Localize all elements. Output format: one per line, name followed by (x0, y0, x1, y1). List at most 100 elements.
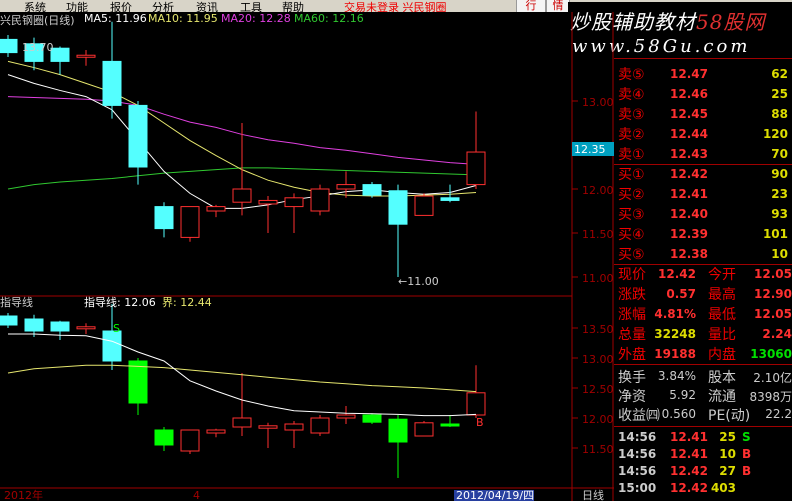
bottom-axis-year: 2012年 (4, 488, 43, 501)
menu-item-3[interactable]: 报价 (110, 0, 132, 12)
bid-price-4: 12.39 (670, 227, 708, 241)
stat-label-1b: 最高 (708, 287, 736, 303)
candle-body-0 (0, 38, 18, 54)
fund-label-2b: PE(动) (708, 408, 751, 424)
main-axis-label-4: 11.00 (582, 272, 614, 285)
quote-panel: 卖⑤ 12.47 62 卖④ 12.46 25 卖③ 12.45 88 卖② 12.44 120 卖① 1… (614, 12, 792, 501)
stat-value-0b: 12.05 (754, 267, 792, 281)
candle-body-17 (440, 197, 460, 201)
guide-line-legend: 指导线: 12.06 (84, 296, 156, 309)
sub-candle-body-17 (440, 423, 460, 427)
candle-body-8 (206, 206, 226, 212)
stat-value-4b: 13060 (750, 347, 792, 361)
stat-value-1b: 12.90 (754, 287, 792, 301)
sub-axis-label-2: 12.50 (582, 383, 614, 396)
candle-body-5 (128, 104, 148, 168)
sub-candle-body-12 (310, 417, 330, 434)
tick-time-1: 14:56 (618, 447, 657, 461)
ask-vol-3: 88 (771, 107, 788, 121)
tick-price-3: 12.42 (670, 481, 708, 495)
sub-candle-body-14 (362, 414, 382, 423)
tick-time-0: 14:56 (618, 430, 657, 444)
ma10-legend: MA10: 11.95 (148, 12, 218, 25)
ask-price-2: 12.44 (670, 127, 708, 141)
bid-vol-5: 10 (771, 247, 788, 261)
tick-time-3: 15:00 (618, 481, 657, 495)
menu-item-2[interactable]: 功能 (66, 0, 88, 12)
bid-label-5: 买⑤ (618, 247, 645, 263)
main-axis-label-3: 11.50 (582, 228, 614, 241)
menu-item-5[interactable]: 资讯 (196, 0, 218, 12)
bid-vol-3: 93 (771, 207, 788, 221)
ask-label-1: 卖① (618, 147, 645, 163)
sub-candle-body-8 (206, 429, 226, 434)
kline-chart[interactable]: 13.0013.5012.5013.0012.0012.5011.5012.00… (0, 12, 614, 501)
fund-value-1a: 5.92 (669, 388, 696, 402)
tick-dir-1: B (742, 447, 752, 461)
stat-value-2b: 12.05 (754, 307, 792, 321)
quote-divider-ticks (614, 426, 792, 427)
ma5-legend: MA5: 11.96 (84, 12, 147, 25)
deal-button[interactable]: 行 (516, 0, 546, 12)
candle-body-9 (232, 188, 252, 203)
candle-body-14 (362, 184, 382, 196)
fund-label-0a: 换手 (618, 370, 646, 386)
stat-label-2b: 最低 (708, 307, 736, 323)
menu-item-7[interactable]: 帮助 (282, 0, 304, 12)
stat-value-1a: 0.57 (666, 287, 696, 301)
sub-candle-body-2 (50, 321, 70, 332)
quote-divider-fund (614, 364, 792, 365)
candle-body-16 (414, 195, 434, 216)
bid-vol-2: 23 (771, 187, 788, 201)
ask-label-5: 卖⑤ (618, 67, 645, 83)
stat-value-3a: 32248 (654, 327, 696, 341)
ask-price-3: 12.45 (670, 107, 708, 121)
buy-signal-mark: B (476, 416, 484, 429)
sub-candle-body-10 (258, 425, 278, 429)
candle-body-18 (466, 151, 486, 186)
menu-item-1[interactable]: 系统 (24, 0, 46, 12)
sub-candle-body-5 (128, 360, 148, 404)
menu-item-4[interactable]: 分析 (152, 0, 174, 12)
bid-price-2: 12.41 (670, 187, 708, 201)
fund-value-0b: 2.10亿 (753, 371, 792, 385)
high-price-annotation: 13.70 (22, 41, 54, 54)
sub-chart-title: 指导线 (0, 296, 33, 309)
tick-vol-0: 25 (719, 430, 736, 444)
sub-candle-body-11 (284, 423, 304, 431)
login-status-alert: 交易未登录 兴民钢圈 (344, 1, 447, 12)
bid-label-4: 买④ (618, 227, 645, 243)
candle-body-11 (284, 197, 304, 208)
stat-label-0b: 今开 (708, 267, 736, 283)
ask-vol-1: 70 (771, 147, 788, 161)
stat-label-0a: 现价 (618, 267, 646, 283)
ask-price-1: 12.43 (670, 147, 708, 161)
tick-price-0: 12.41 (670, 430, 708, 444)
bid-price-1: 12.42 (670, 167, 708, 181)
bid-label-2: 买② (618, 187, 645, 203)
stat-label-4a: 外盘 (618, 347, 646, 363)
fund-value-0a: 3.84% (657, 369, 696, 383)
candle-body-2 (50, 47, 70, 62)
current-price-tag: 12.35 (574, 143, 606, 156)
bid-price-3: 12.40 (670, 207, 708, 221)
ask-vol-2: 120 (762, 127, 788, 141)
tick-dir-2: B (742, 464, 752, 478)
sub-candle-body-3 (76, 326, 96, 330)
tick-time-2: 14:56 (618, 464, 657, 478)
stat-label-3b: 量比 (708, 327, 736, 343)
tick-vol-1: 10 (719, 447, 736, 461)
sub-candle-body-1 (24, 318, 44, 332)
menu-item-6[interactable]: 工具 (240, 0, 262, 12)
sub-candle-body-9 (232, 417, 252, 428)
ask-vol-4: 25 (771, 87, 788, 101)
fund-value-2a: 0.560 (661, 407, 696, 421)
ask-price-4: 12.46 (670, 87, 708, 101)
quote-button[interactable]: 情 (546, 0, 570, 12)
tick-vol-2: 27 (719, 464, 736, 478)
low-price-annotation: ←11.00 (398, 275, 439, 288)
sub-axis-label-0: 13.50 (582, 323, 614, 336)
candle-body-4 (102, 60, 122, 106)
candle-body-15 (388, 190, 408, 225)
fund-value-1b: 8398万 (749, 390, 792, 404)
